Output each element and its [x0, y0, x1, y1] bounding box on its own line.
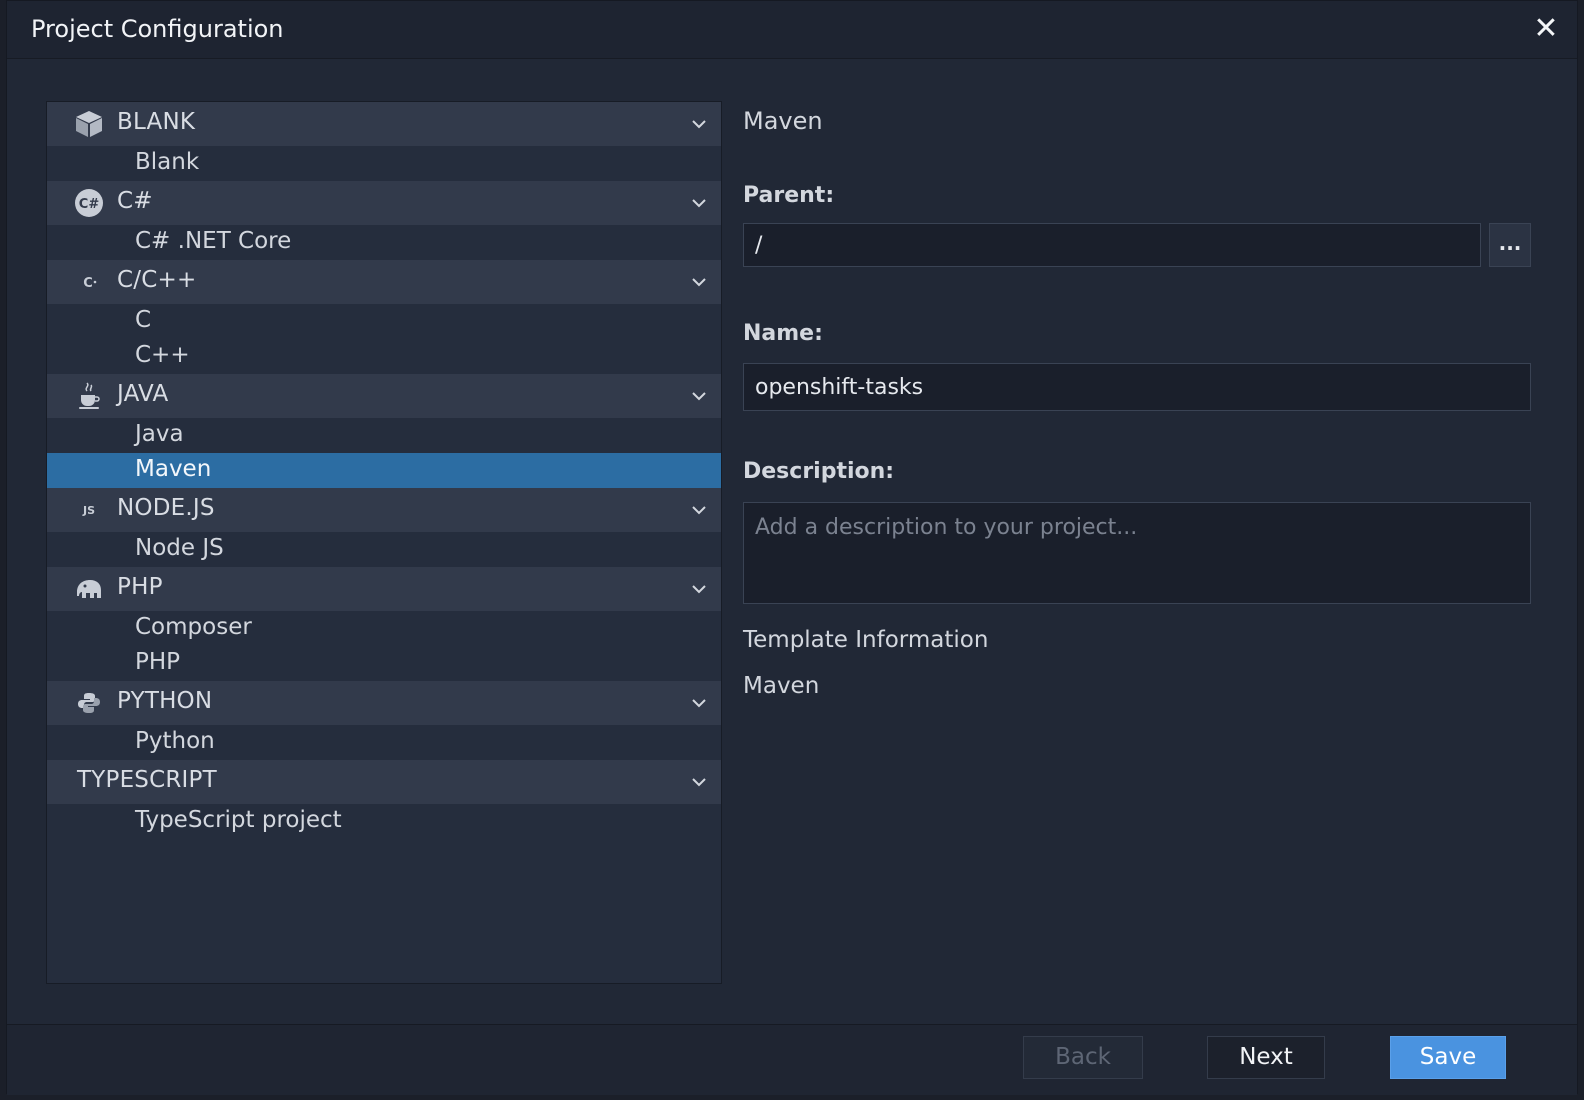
chevron-down-icon[interactable] [689, 772, 709, 792]
template-item-java[interactable]: Java [47, 418, 721, 453]
project-type-tree: BLANK Blank C# C# C# .NET Core C C/C++ C C++ JAVA… [46, 101, 722, 984]
dialog-titlebar: Project Configuration ✕ [7, 1, 1577, 59]
name-label: Name: [743, 321, 823, 346]
group-header-typescript[interactable]: TYPESCRIPT [47, 760, 721, 804]
group-header-php[interactable]: PHP [47, 567, 721, 611]
chevron-down-icon[interactable] [689, 693, 709, 713]
template-item-csharp-net-core[interactable]: C# .NET Core [47, 225, 721, 260]
template-item-label: C [135, 307, 152, 333]
template-item-label: C# .NET Core [135, 228, 292, 254]
group-label: JAVA [117, 381, 169, 407]
template-item-label: PHP [135, 649, 181, 675]
project-configuration-dialog: Project Configuration ✕ BLANK Blank C# C# C#… [6, 0, 1578, 1095]
chevron-down-icon[interactable] [689, 386, 709, 406]
group-header-node-js[interactable]: JS NODE.JS [47, 488, 721, 532]
chevron-down-icon[interactable] [689, 193, 709, 213]
template-item-c[interactable]: C [47, 304, 721, 339]
chevron-down-icon[interactable] [689, 579, 709, 599]
c-icon: C [73, 267, 105, 297]
next-button[interactable]: Next [1207, 1036, 1325, 1079]
group-label: BLANK [117, 109, 196, 135]
template-item-label: Maven [135, 456, 212, 482]
chevron-down-icon[interactable] [689, 500, 709, 520]
description-textarea[interactable] [743, 502, 1531, 604]
template-item-label: Blank [135, 149, 200, 175]
save-button[interactable]: Save [1390, 1036, 1506, 1079]
template-information-value: Maven [743, 673, 820, 699]
name-input[interactable] [743, 363, 1531, 411]
template-information-label: Template Information [743, 627, 989, 653]
elephant-icon [73, 574, 105, 604]
template-item-php[interactable]: PHP [47, 646, 721, 681]
close-icon[interactable]: ✕ [1533, 11, 1558, 46]
template-item-label: TypeScript project [135, 807, 342, 833]
dialog-title: Project Configuration [31, 15, 284, 43]
group-label: C# [117, 188, 153, 214]
template-item-typescript-project[interactable]: TypeScript project [47, 804, 721, 839]
group-header-csharp[interactable]: C# C# [47, 181, 721, 225]
svg-text:JS: JS [82, 504, 95, 517]
chevron-down-icon[interactable] [689, 272, 709, 292]
svg-text:C: C [83, 276, 93, 291]
template-item-label: C++ [135, 342, 190, 368]
group-label: PYTHON [117, 688, 213, 714]
group-header-c-cpp[interactable]: C C/C++ [47, 260, 721, 304]
form-heading: Maven [743, 107, 823, 135]
template-item-node-js[interactable]: Node JS [47, 532, 721, 567]
cube-icon [73, 109, 105, 139]
template-item-python[interactable]: Python [47, 725, 721, 760]
parent-label: Parent: [743, 183, 835, 208]
group-label: TYPESCRIPT [77, 767, 217, 793]
group-label: C/C++ [117, 267, 197, 293]
template-item-maven[interactable]: Maven [47, 453, 721, 488]
description-label: Description: [743, 459, 895, 484]
template-item-label: Composer [135, 614, 252, 640]
template-item-cpp[interactable]: C++ [47, 339, 721, 374]
group-header-blank[interactable]: BLANK [47, 102, 721, 146]
template-item-composer[interactable]: Composer [47, 611, 721, 646]
browse-parent-button[interactable]: ... [1489, 223, 1531, 267]
template-item-label: Java [135, 421, 184, 447]
template-item-label: Node JS [135, 535, 224, 561]
template-item-blank[interactable]: Blank [47, 146, 721, 181]
java-cup-icon [73, 381, 105, 411]
back-button[interactable]: Back [1023, 1036, 1143, 1079]
group-label: NODE.JS [117, 495, 215, 521]
group-header-python[interactable]: PYTHON [47, 681, 721, 725]
close-button[interactable]: ✕ [1529, 11, 1563, 47]
csharp-icon: C# [73, 188, 105, 218]
parent-input[interactable] [743, 223, 1481, 267]
svg-text:C#: C# [79, 197, 100, 212]
group-header-java[interactable]: JAVA [47, 374, 721, 418]
js-icon: JS [73, 495, 105, 525]
template-item-label: Python [135, 728, 215, 754]
group-label: PHP [117, 574, 163, 600]
dialog-footer: Back Next Save [7, 1024, 1577, 1095]
python-icon [73, 688, 105, 718]
chevron-down-icon[interactable] [689, 114, 709, 134]
